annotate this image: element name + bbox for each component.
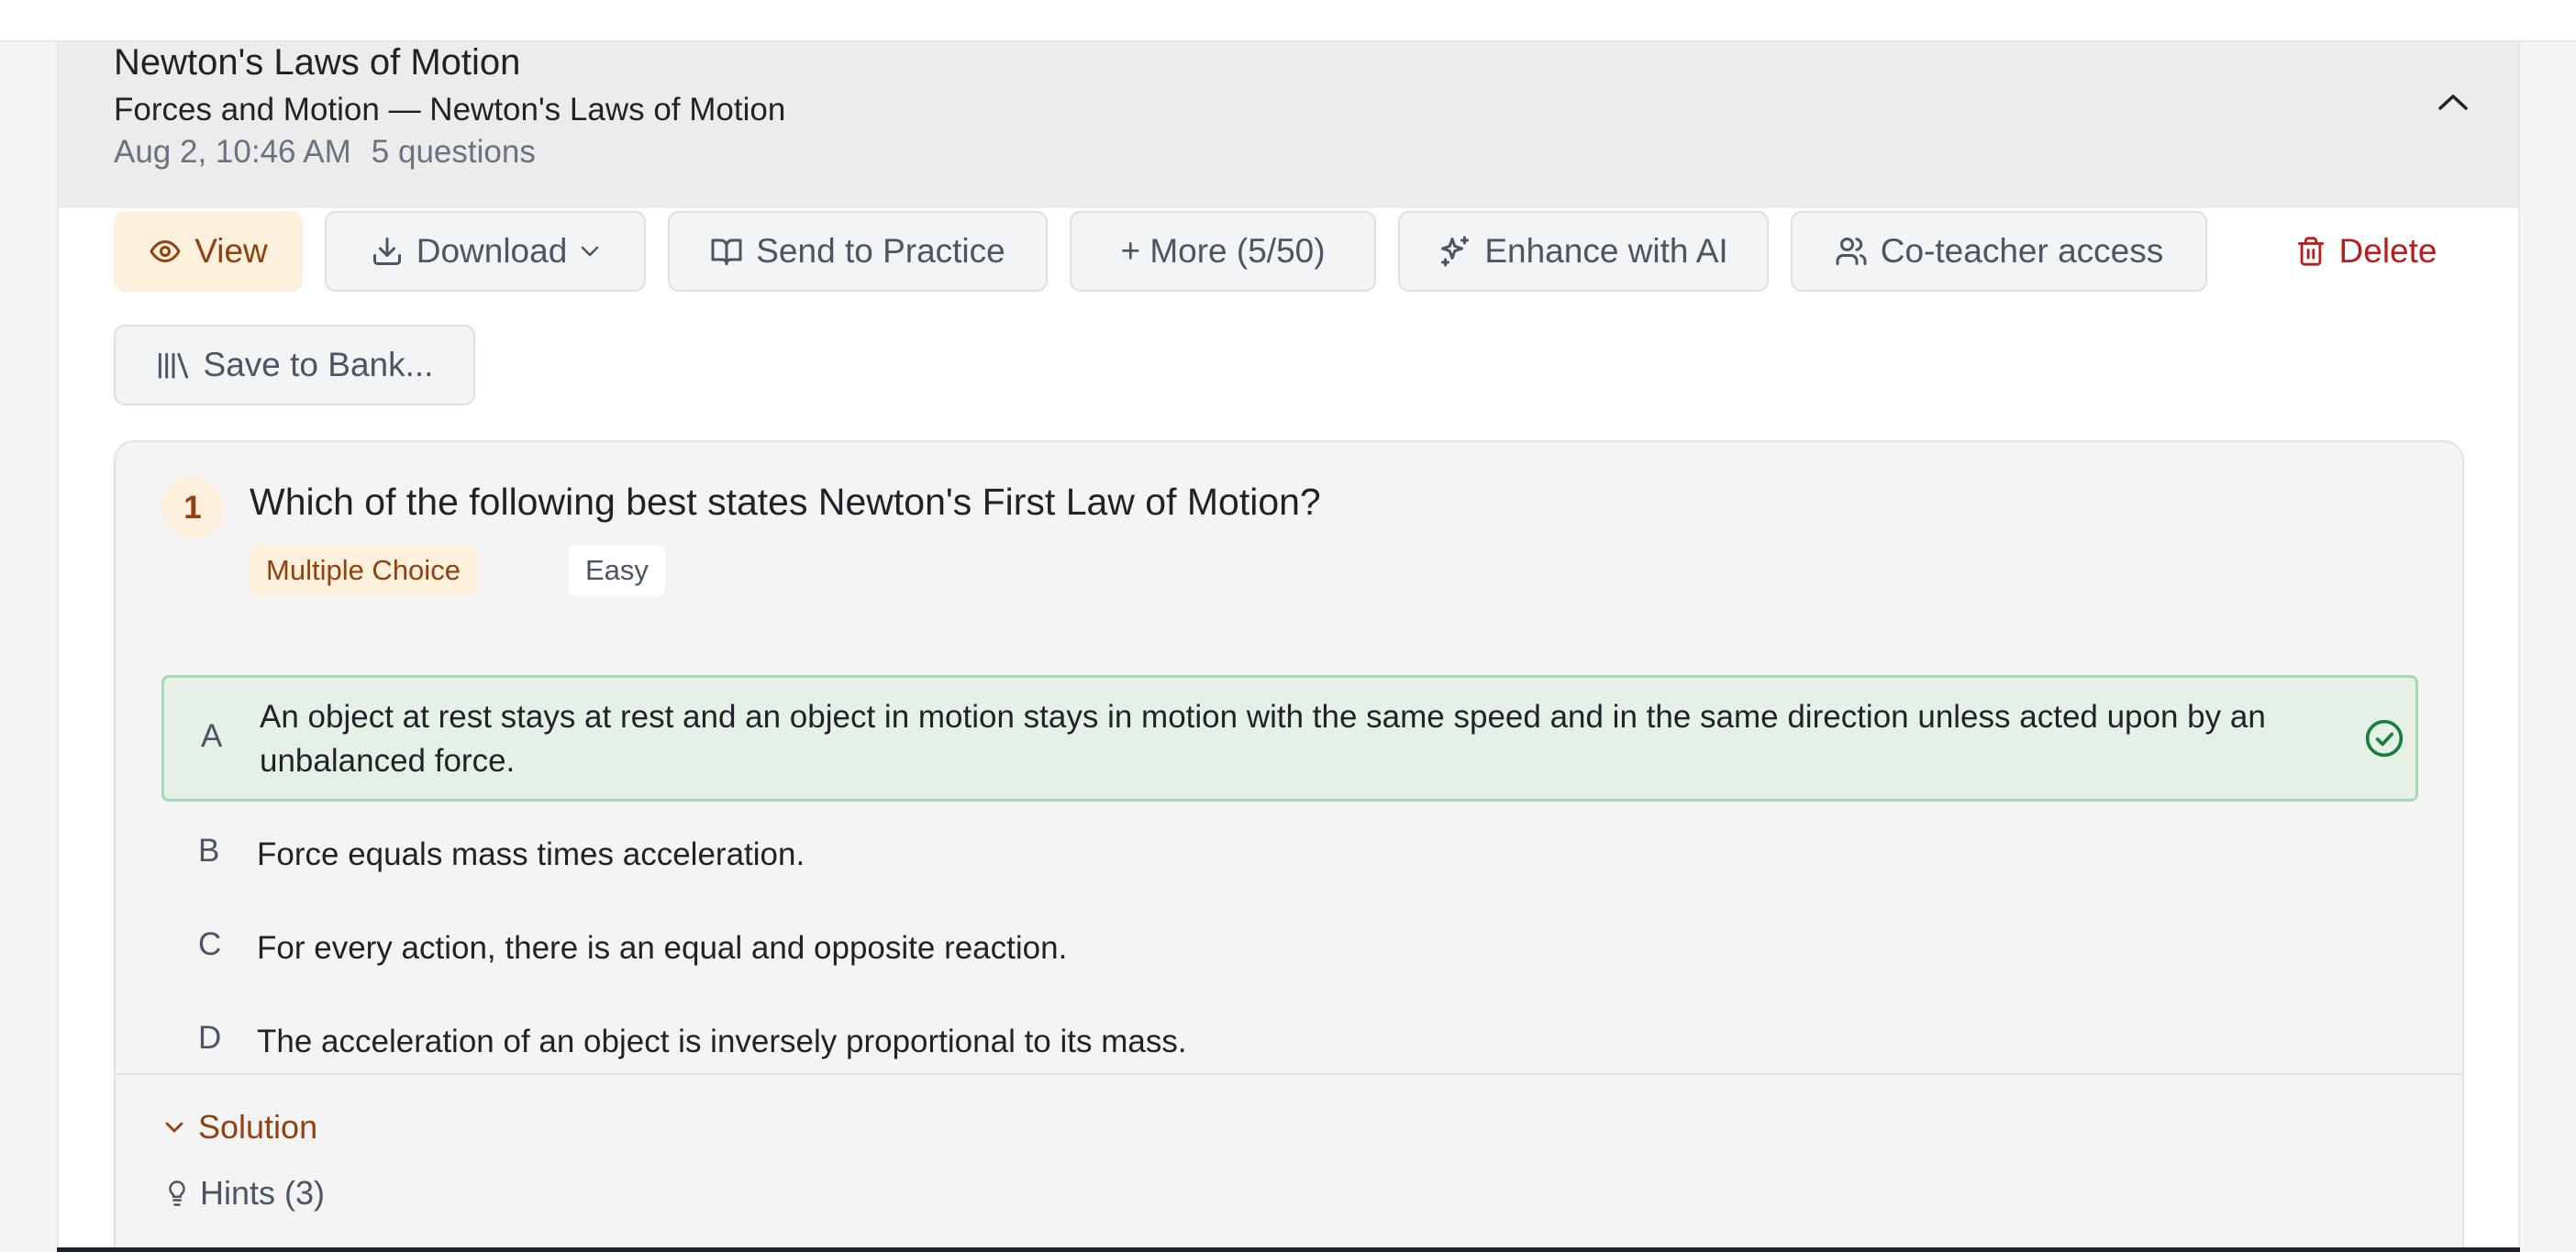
card-divider — [116, 1073, 2462, 1075]
save-to-bank-button[interactable]: Save to Bank... — [114, 325, 475, 405]
download-button[interactable]: Download — [325, 211, 646, 292]
option-letter: D — [198, 1020, 222, 1056]
chevron-up-icon — [2438, 94, 2468, 110]
set-date: Aug 2, 10:46 AM — [114, 134, 351, 170]
option-letter: C — [198, 926, 222, 962]
view-button[interactable]: View — [114, 211, 303, 292]
solution-toggle[interactable]: Solution — [163, 1108, 317, 1147]
trash-icon — [2297, 237, 2324, 266]
question-text: Which of the following best states Newto… — [250, 481, 1321, 523]
delete-label: Delete — [2338, 232, 2437, 270]
co-teacher-label: Co-teacher access — [1880, 232, 2164, 270]
users-icon — [1836, 238, 1867, 265]
more-label: + More (5/50) — [1120, 232, 1326, 270]
set-title: Newton's Laws of Motion — [114, 42, 521, 83]
eye-icon — [150, 240, 181, 262]
question-set-panel: Newton's Laws of Motion Forces and Motio… — [57, 42, 2520, 1252]
question-card: 1 Which of the following best states New… — [114, 440, 2464, 1252]
co-teacher-access-button[interactable]: Co-teacher access — [1791, 211, 2207, 292]
send-to-practice-label: Send to Practice — [756, 232, 1005, 270]
more-button[interactable]: + More (5/50) — [1070, 211, 1376, 292]
option-text: For every action, there is an equal and … — [257, 930, 1068, 966]
option-text: The acceleration of an object is inverse… — [257, 1024, 1187, 1059]
left-gutter — [0, 42, 57, 1252]
view-label: View — [194, 232, 268, 270]
set-subtitle: Forces and Motion — Newton's Laws of Mot… — [114, 92, 786, 127]
delete-button[interactable]: Delete — [2270, 211, 2462, 292]
chevron-down-icon — [165, 1122, 183, 1133]
top-bar — [0, 0, 2576, 42]
lightbulb-icon — [169, 1180, 185, 1206]
library-icon — [158, 352, 188, 379]
bottom-border — [57, 1247, 2520, 1252]
option-text: Force equals mass times acceleration. — [257, 837, 805, 872]
right-gutter — [2520, 42, 2576, 1252]
download-label: Download — [416, 232, 568, 270]
difficulty-badge: Easy — [569, 545, 665, 596]
collapse-button[interactable] — [2426, 79, 2481, 125]
download-icon — [372, 238, 401, 265]
sparkles-icon — [1441, 236, 1470, 267]
hints-label: Hints (3) — [200, 1174, 326, 1212]
chevron-down-icon — [582, 246, 599, 257]
book-open-icon — [711, 238, 742, 265]
option-b[interactable]: B Force equals mass times acceleration. — [161, 818, 2418, 892]
option-text: An object at rest stays at rest and an o… — [260, 699, 2266, 779]
solution-label: Solution — [198, 1108, 318, 1146]
question-type-badge: Multiple Choice — [250, 545, 477, 596]
save-to-bank-label: Save to Bank... — [203, 346, 434, 383]
set-header[interactable]: Newton's Laws of Motion Forces and Motio… — [59, 42, 2518, 208]
check-circle-icon — [2365, 719, 2404, 758]
question-count: 5 questions — [371, 134, 536, 170]
enhance-with-ai-button[interactable]: Enhance with AI — [1398, 211, 1769, 292]
question-number: 1 — [161, 477, 224, 539]
option-d[interactable]: D The acceleration of an object is inver… — [161, 1005, 2418, 1079]
hints-toggle[interactable]: Hints (3) — [163, 1174, 325, 1213]
option-letter: A — [201, 718, 223, 754]
set-meta: Aug 2, 10:46 AM 5 questions — [114, 134, 556, 171]
option-c[interactable]: C For every action, there is an equal an… — [161, 912, 2418, 985]
send-to-practice-button[interactable]: Send to Practice — [668, 211, 1048, 292]
option-letter: B — [198, 833, 220, 869]
enhance-label: Enhance with AI — [1484, 232, 1728, 270]
option-a[interactable]: A An object at rest stays at rest and an… — [161, 675, 2418, 802]
